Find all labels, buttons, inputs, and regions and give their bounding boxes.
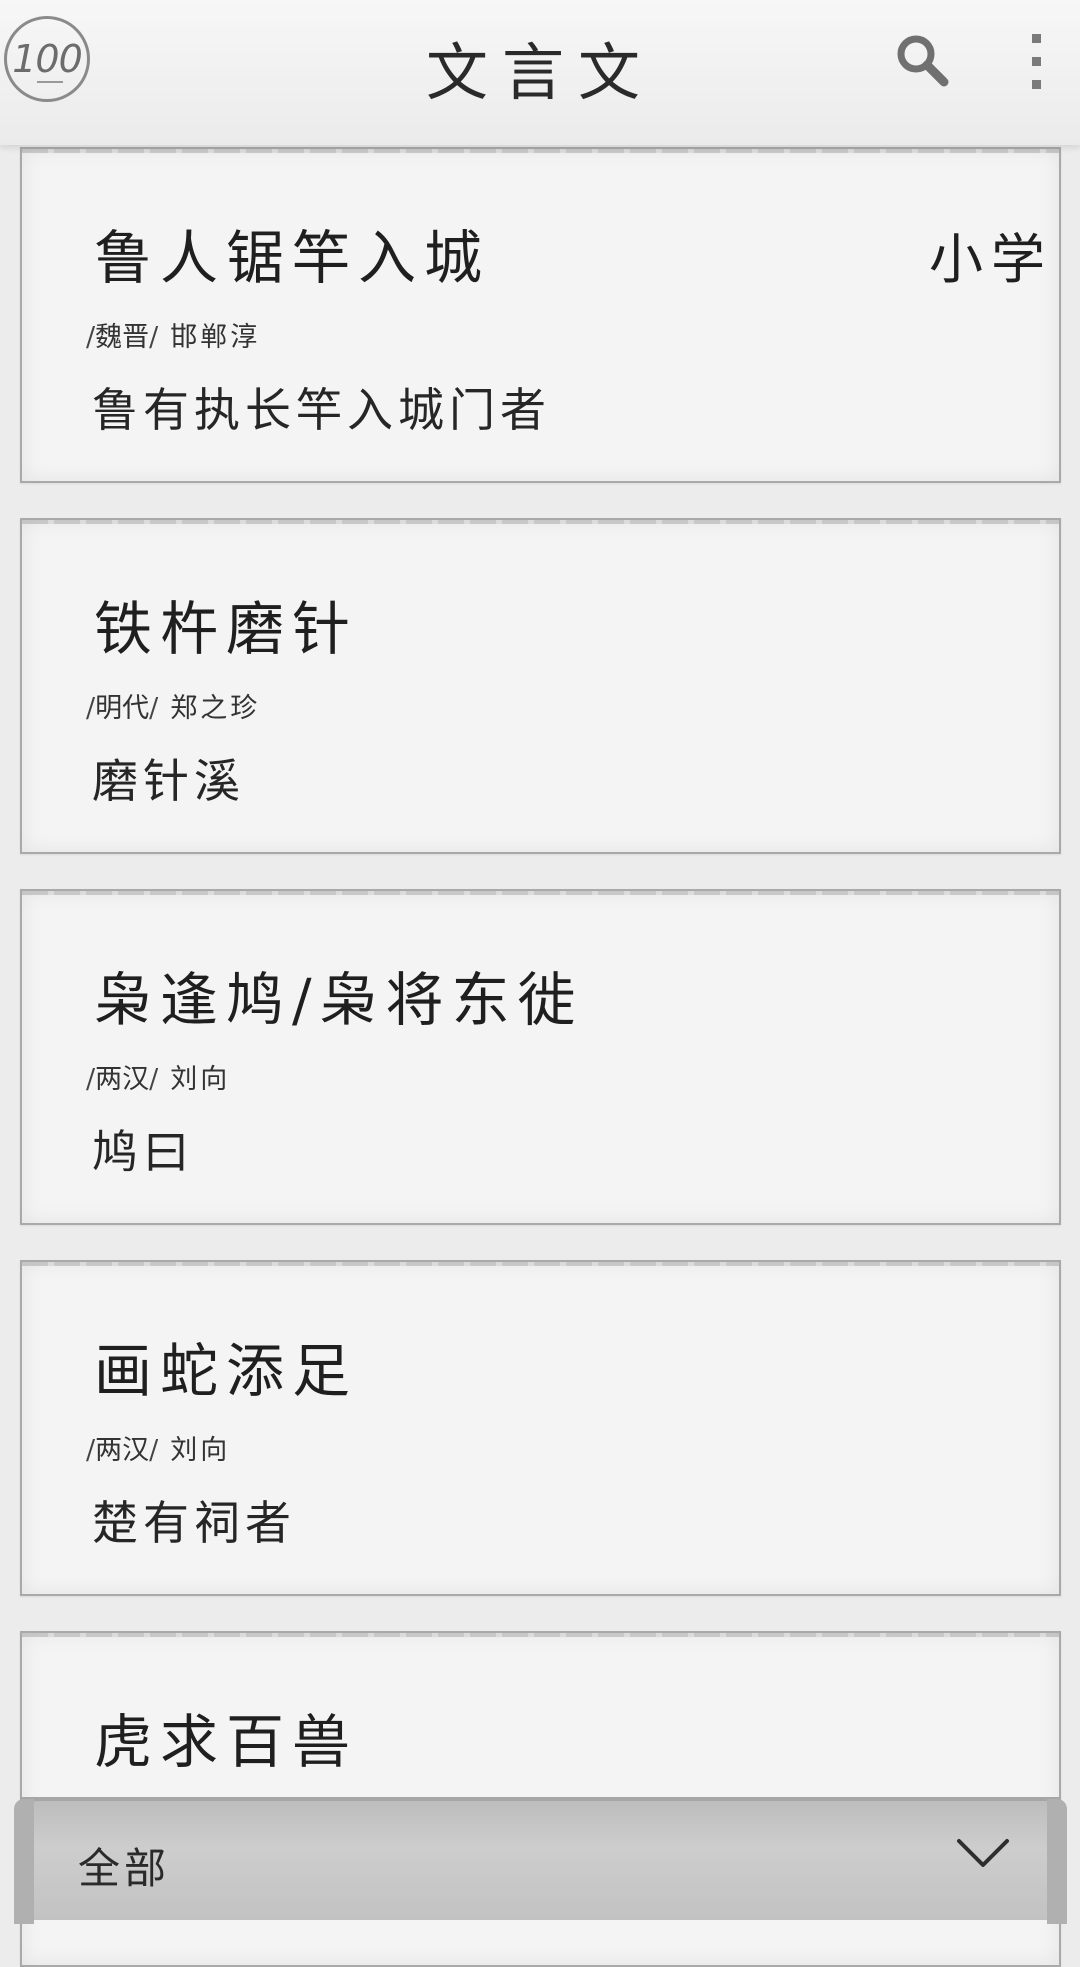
article-excerpt: 鸠曰 [92, 1125, 194, 1179]
article-card[interactable]: 鲁人锯竿入城 小学 /魏晋/邯郸淳 鲁有执长竿入城门者 [20, 147, 1061, 483]
search-icon [897, 35, 949, 87]
article-title: 枭逢鸠/枭将东徙 [94, 966, 584, 1034]
author-label: 刘向 [170, 1435, 231, 1466]
chevron-down-icon [957, 1839, 1009, 1867]
article-card[interactable]: 铁杵磨针 /明代/郑之珍 磨针溪 [20, 518, 1061, 854]
grade-label: 小学 [929, 228, 1053, 291]
more-vertical-icon [1032, 34, 1041, 89]
article-title: 鲁人锯竿入城 [94, 224, 491, 292]
dynasty-label: 两汉 [95, 1435, 150, 1466]
article-meta: /明代/郑之珍 [86, 693, 261, 724]
article-title: 画蛇添足 [94, 1337, 359, 1405]
article-title: 虎求百兽 [94, 1708, 359, 1776]
dynasty-label: 明代 [95, 693, 150, 724]
article-meta: /两汉/刘向 [86, 1064, 231, 1095]
dynasty-label: 两汉 [95, 1064, 150, 1095]
article-excerpt: 楚有祠者 [92, 1496, 296, 1550]
filter-label: 全部 [78, 1844, 171, 1893]
search-button[interactable] [892, 30, 952, 90]
author-label: 郑之珍 [170, 693, 261, 724]
author-label: 邯郸淳 [170, 322, 261, 353]
top-app-bar: 100 文言文 [0, 0, 1080, 145]
category-filter-dropdown[interactable]: 全部 [14, 1797, 1067, 1924]
dynasty-label: 魏晋 [95, 322, 150, 353]
more-options-button[interactable] [1018, 30, 1056, 94]
article-meta: /魏晋/邯郸淳 [86, 322, 261, 353]
author-label: 刘向 [170, 1064, 231, 1095]
article-title: 铁杵磨针 [94, 595, 359, 663]
article-card[interactable]: 枭逢鸠/枭将东徙 /两汉/刘向 鸠曰 [20, 889, 1061, 1225]
article-meta: /两汉/刘向 [86, 1435, 231, 1466]
article-excerpt: 磨针溪 [92, 754, 245, 808]
article-excerpt: 鲁有执长竿入城门者 [92, 383, 551, 437]
article-card[interactable]: 画蛇添足 /两汉/刘向 楚有祠者 [20, 1260, 1061, 1596]
